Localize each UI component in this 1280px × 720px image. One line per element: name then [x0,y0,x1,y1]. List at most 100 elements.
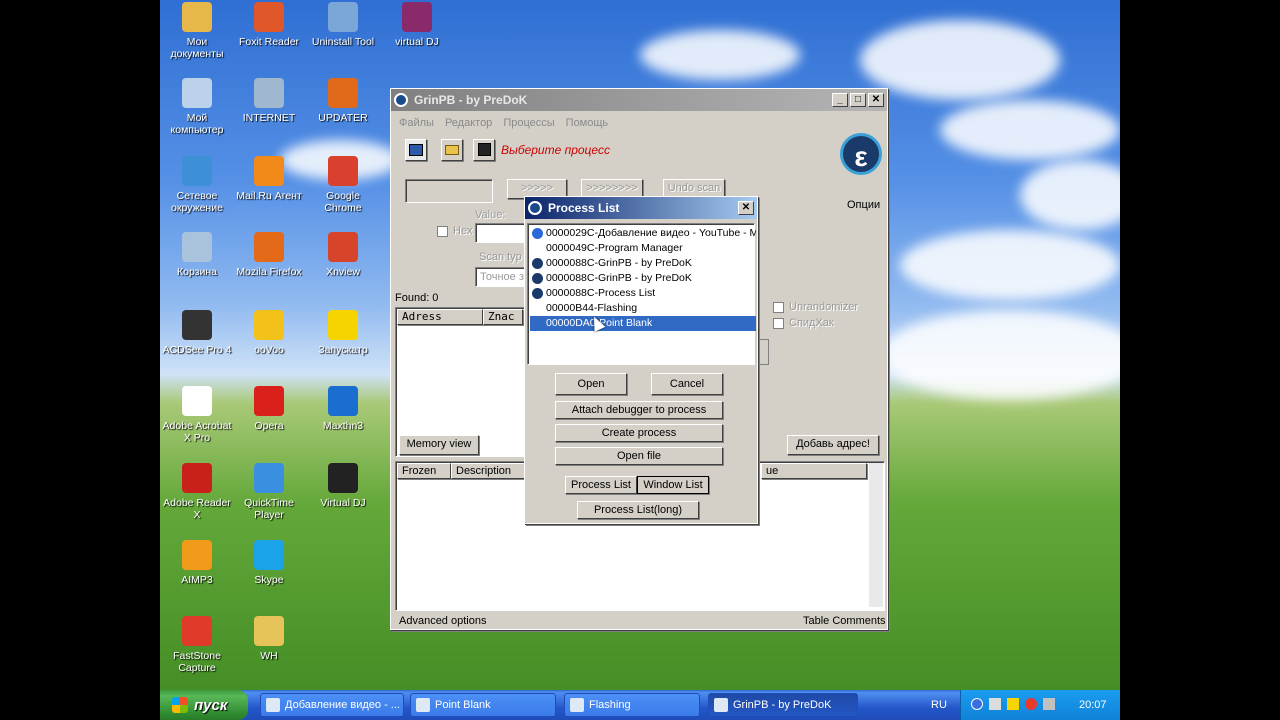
menu-editor[interactable]: Редактор [445,117,492,129]
grinpb-titlebar[interactable]: GrinPB - by PreDoK _ □ ✕ [391,89,887,111]
open-file-button[interactable]: Open file [555,447,723,465]
acdsee-icon [182,310,212,340]
cancel-button[interactable]: Cancel [651,373,723,395]
adobe-reader-icon [182,463,212,493]
process-list-long-button[interactable]: Process List(long) [577,501,699,519]
table-comments-label[interactable]: Table Comments [803,615,886,627]
desktop-icon[interactable]: Uninstall Tool [306,2,380,48]
process-item[interactable]: 0000088C-GrinPB - by PreDoK [530,256,756,271]
maximize-button[interactable]: □ [850,93,866,107]
process-list-titlebar[interactable]: Process List ✕ [525,197,757,219]
speedhack-checkbox[interactable] [773,318,784,329]
create-process-button[interactable]: Create process [555,424,723,442]
process-item[interactable]: 0000088C-Process List [530,286,756,301]
desktop-icon[interactable]: FastStone Capture [160,616,234,674]
close-button[interactable]: ✕ [738,201,754,215]
desktop-icon[interactable]: Сетевое окружение [160,156,234,214]
save-button[interactable] [473,139,495,161]
clock[interactable]: 20:07 [1079,699,1107,711]
column-value[interactable]: Znac [483,309,523,325]
select-process-button[interactable] [405,139,427,161]
column-value[interactable]: ue [761,463,867,479]
unrandomizer-label: Unrandomizer [789,301,859,313]
desktop-icon[interactable]: ACDSee Pro 4 [160,310,234,356]
desktop-icon[interactable]: Virtual DJ [306,463,380,509]
desktop-icon[interactable]: Maxthn3 [306,386,380,432]
desktop-icon[interactable]: Opera [232,386,306,432]
process-list-title: Process List [548,201,620,215]
desktop-icon[interactable]: Adobe Reader X [160,463,234,521]
menu-files[interactable]: Файлы [399,117,434,129]
tab-window-list[interactable]: Window List [637,476,709,494]
unrandomizer-checkbox[interactable] [773,302,784,313]
minimize-button[interactable]: _ [832,93,848,107]
process-item[interactable]: 00000DA0-Point Blank [530,316,756,331]
desktop-icon[interactable]: Запускатр [306,310,380,356]
desktop-icon[interactable]: Skype [232,540,306,586]
desktop-icon[interactable]: Мои документы [160,2,234,60]
language-indicator[interactable]: RU [931,699,947,711]
process-item[interactable]: 0000088C-GrinPB - by PreDoK [530,271,756,286]
desktop-icon[interactable]: Adobe Acrobat X Pro [160,386,234,444]
desktop-icon[interactable]: Google Chrome [306,156,380,214]
scrollbar-fragment [759,339,769,365]
add-address-button[interactable]: Добавь адрес! [787,435,879,455]
desktop-icon[interactable]: Mail.Ru Агент [232,156,306,202]
address-list-header: Adress Znac [397,309,523,325]
xnview-icon [328,232,358,262]
desktop-icon-label: Virtual DJ [320,497,366,509]
volume-tray-icon[interactable] [1043,698,1055,710]
hex-checkbox[interactable] [437,226,448,237]
tab-process-list[interactable]: Process List [565,476,637,494]
menu-help[interactable]: Помощь [566,117,609,129]
cheat-engine-icon: ε [840,133,882,175]
desktop-icon[interactable]: UPDATER [306,78,380,124]
taskbar-task-button[interactable]: Flashing [564,693,700,717]
advanced-options-label[interactable]: Advanced options [399,615,486,627]
menu-processes[interactable]: Процессы [503,117,554,129]
network-tray-icon[interactable] [971,698,983,710]
open-button[interactable]: Open [555,373,627,395]
taskbar-task-button[interactable]: Добавление видео - ... [260,693,404,717]
start-button[interactable]: пуск [160,690,248,720]
attach-debugger-button[interactable]: Attach debugger to process [555,401,723,419]
desktop-icon[interactable]: Xnview [306,232,380,278]
desktop-icon[interactable]: Foxit Reader [232,2,306,48]
process-item[interactable]: 00000B44-Flashing [530,301,756,316]
desktop-icon[interactable]: AIMP3 [160,540,234,586]
process-listbox[interactable]: 0000029C-Добавление видео - YouTube - Ma… [527,223,756,365]
security-tray-icon[interactable] [1025,698,1037,710]
desktop-icon[interactable]: ooVoo [232,310,306,356]
device-tray-icon[interactable] [989,698,1001,710]
close-button[interactable]: ✕ [868,93,884,107]
desktop-icon[interactable]: Корзина [160,232,234,278]
column-description[interactable]: Description [451,463,531,479]
desktop-icon-label: Мои документы [170,36,224,60]
virtual-dj-icon [328,463,358,493]
taskbar-task-button[interactable]: Point Blank [410,693,556,717]
desktop-icon-label: Skype [254,574,284,586]
taskbar-task-button[interactable]: GrinPB - by PreDoK [708,693,858,717]
process-item[interactable]: 0000049C-Program Manager [530,241,756,256]
desktop-icon[interactable]: Мой компьютер [160,78,234,136]
process-item[interactable]: 0000029C-Добавление видео - YouTube - Ma [530,226,756,241]
cheat-table-scrollbar[interactable] [869,463,883,607]
process-list-app-icon [528,201,542,215]
desktop-icon[interactable]: Mozila Firefox [232,232,306,278]
column-address[interactable]: Adress [397,309,483,325]
value-input[interactable] [475,223,525,243]
aimp-icon [182,540,212,570]
desktop-icon[interactable]: INTERNET [232,78,306,124]
desktop-icon[interactable]: QuickTime Player [232,463,306,521]
options-label[interactable]: Опции [847,199,880,211]
open-button[interactable] [441,139,463,161]
memory-view-button[interactable]: Memory view [399,435,479,455]
column-frozen[interactable]: Frozen [397,463,451,479]
desktop-icon[interactable]: WH [232,616,306,662]
launcher-tray-icon[interactable] [1007,698,1019,710]
mail-ru-agent-icon [254,156,284,186]
desktop-icon[interactable]: virtual DJ [380,2,454,48]
flashing-task-icon [570,698,584,712]
skype-icon [254,540,284,570]
scan-type-select[interactable]: Точное з [475,267,525,287]
